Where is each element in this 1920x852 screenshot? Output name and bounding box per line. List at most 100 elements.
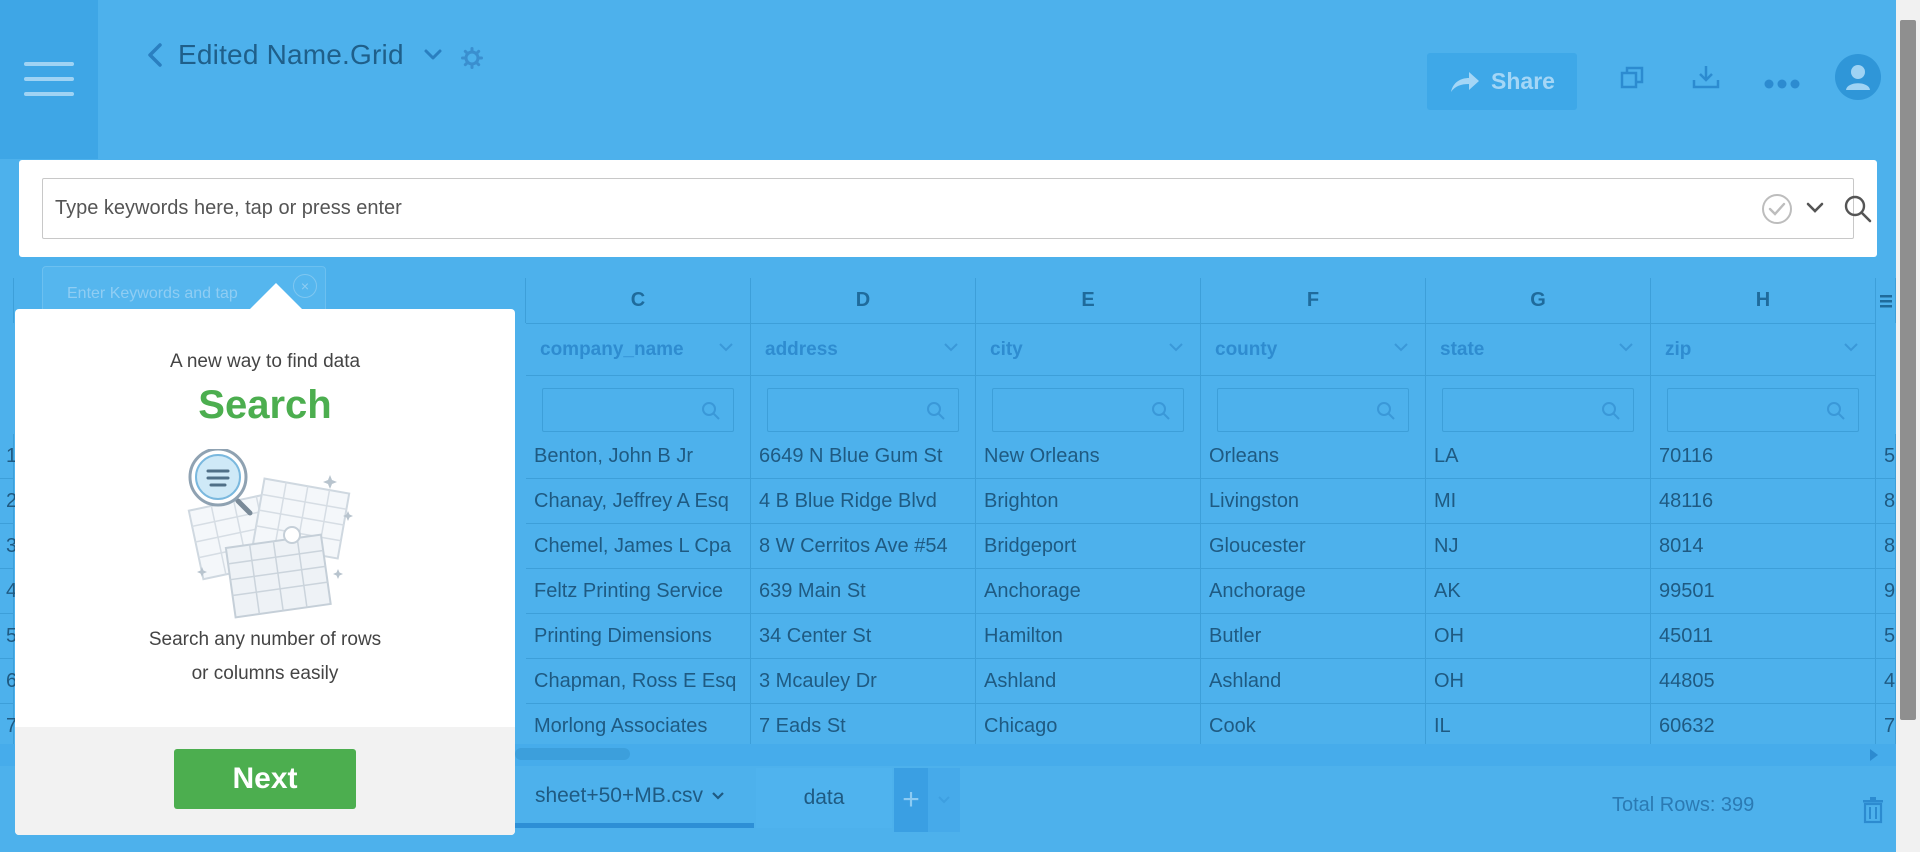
column-header-address[interactable]: address [751,323,976,376]
table-cell-county[interactable]: Livingston [1201,479,1426,524]
tab-data[interactable]: data [756,768,892,828]
row-number[interactable]: 2 [0,479,17,524]
table-cell-company-name[interactable]: Chanay, Jeffrey A Esq [526,479,751,524]
check-circle-icon[interactable] [1761,193,1793,230]
table-cell-state[interactable]: OH [1426,659,1651,704]
search-input[interactable] [55,179,1755,238]
table-cell-county[interactable]: Ashland [1201,659,1426,704]
column-sort-chevron-icon[interactable] [1393,341,1409,353]
table-cell-zip[interactable]: 70116 [1651,434,1876,479]
table-cell-address[interactable]: 4 B Blue Ridge Blvd [751,479,976,524]
column-filter-input[interactable] [1217,388,1409,432]
duplicate-icon[interactable] [1620,66,1644,95]
table-cell-city[interactable]: Bridgeport [976,524,1201,569]
search-icon[interactable] [1843,194,1873,229]
row-number[interactable]: 4 [0,569,17,614]
table-cell-next[interactable]: 8 [1876,479,1896,524]
table-cell-state[interactable]: AK [1426,569,1651,614]
column-filter-input[interactable] [1442,388,1634,432]
scroll-right-arrow-icon[interactable] [1870,749,1878,761]
column-letter-c[interactable]: C [526,278,751,323]
row-number[interactable]: 6 [0,659,17,704]
horizontal-scroll-thumb[interactable] [515,748,630,760]
column-letter-h[interactable]: H [1651,278,1876,323]
column-filter-input[interactable] [767,388,959,432]
table-cell-city[interactable]: Chicago [976,704,1201,749]
table-cell-county[interactable]: Butler [1201,614,1426,659]
table-cell-state[interactable]: LA [1426,434,1651,479]
row-number[interactable]: 3 [0,524,17,569]
table-cell-county[interactable]: Cook [1201,704,1426,749]
title-dropdown-chevron-icon[interactable] [423,47,443,68]
column-header-company-name[interactable]: company_name [526,323,751,376]
column-menu-icon[interactable] [1876,278,1896,323]
table-cell-county[interactable]: Anchorage [1201,569,1426,614]
table-cell-next[interactable]: 8 [1876,524,1896,569]
table-cell-zip[interactable]: 99501 [1651,569,1876,614]
table-cell-county[interactable]: Orleans [1201,434,1426,479]
table-cell-next[interactable]: 5 [1876,614,1896,659]
trash-icon[interactable] [1862,796,1884,829]
table-cell-next[interactable]: 4 [1876,659,1896,704]
table-cell-company-name[interactable]: Morlong Associates [526,704,751,749]
column-filter-input[interactable] [992,388,1184,432]
table-cell-county[interactable]: Gloucester [1201,524,1426,569]
column-sort-chevron-icon[interactable] [1843,341,1859,353]
table-cell-state[interactable]: NJ [1426,524,1651,569]
table-cell-city[interactable]: Hamilton [976,614,1201,659]
table-cell-state[interactable]: IL [1426,704,1651,749]
vertical-scroll-thumb[interactable] [1900,20,1916,720]
row-number[interactable]: 1 [0,434,17,479]
table-cell-zip[interactable]: 48116 [1651,479,1876,524]
column-filter-input[interactable] [542,388,734,432]
column-filter-input[interactable] [1667,388,1859,432]
add-tab-button[interactable]: + [894,768,928,832]
column-header-state[interactable]: state [1426,323,1651,376]
table-cell-city[interactable]: New Orleans [976,434,1201,479]
chevron-down-icon[interactable] [1806,201,1824,220]
column-letter-d[interactable]: D [751,278,976,323]
table-cell-company-name[interactable]: Benton, John B Jr [526,434,751,479]
table-cell-company-name[interactable]: Feltz Printing Service [526,569,751,614]
back-chevron-icon[interactable] [146,40,170,70]
column-letter-f[interactable]: F [1201,278,1426,323]
download-icon[interactable] [1692,64,1720,95]
table-cell-city[interactable]: Ashland [976,659,1201,704]
table-cell-address[interactable]: 3 Mcauley Dr [751,659,976,704]
column-sort-chevron-icon[interactable] [1168,341,1184,353]
next-button[interactable]: Next [174,749,356,809]
table-cell-address[interactable]: 7 Eads St [751,704,976,749]
more-options-icon[interactable] [1764,76,1800,94]
table-cell-city[interactable]: Anchorage [976,569,1201,614]
row-number[interactable]: 7 [0,704,17,749]
table-cell-address[interactable]: 639 Main St [751,569,976,614]
tab-file[interactable]: sheet+50+MB.csv [506,768,754,828]
main-menu-button[interactable] [0,0,98,159]
table-cell-zip[interactable]: 44805 [1651,659,1876,704]
chevron-down-icon[interactable] [711,791,725,801]
table-cell-address[interactable]: 34 Center St [751,614,976,659]
add-tab-menu-button[interactable] [928,768,960,832]
row-number[interactable]: 5 [0,614,17,659]
table-cell-company-name[interactable]: Chemel, James L Cpa [526,524,751,569]
table-cell-state[interactable]: OH [1426,614,1651,659]
table-cell-company-name[interactable]: Chapman, Ross E Esq [526,659,751,704]
column-sort-chevron-icon[interactable] [943,341,959,353]
user-avatar[interactable] [1835,54,1881,100]
column-header-zip[interactable]: zip [1651,323,1876,376]
column-header-county[interactable]: county [1201,323,1426,376]
table-cell-address[interactable]: 6649 N Blue Gum St [751,434,976,479]
table-cell-next[interactable]: 5 [1876,434,1896,479]
table-cell-next[interactable]: 7 [1876,704,1896,749]
table-cell-zip[interactable]: 60632 [1651,704,1876,749]
table-cell-zip[interactable]: 8014 [1651,524,1876,569]
column-letter-g[interactable]: G [1426,278,1651,323]
gear-icon[interactable] [461,47,483,74]
table-cell-address[interactable]: 8 W Cerritos Ave #54 [751,524,976,569]
column-header-city[interactable]: city [976,323,1201,376]
table-cell-state[interactable]: MI [1426,479,1651,524]
share-button[interactable]: Share [1427,53,1577,110]
table-cell-next[interactable]: 9 [1876,569,1896,614]
table-cell-zip[interactable]: 45011 [1651,614,1876,659]
document-title[interactable]: Edited Name.Grid [178,39,404,71]
